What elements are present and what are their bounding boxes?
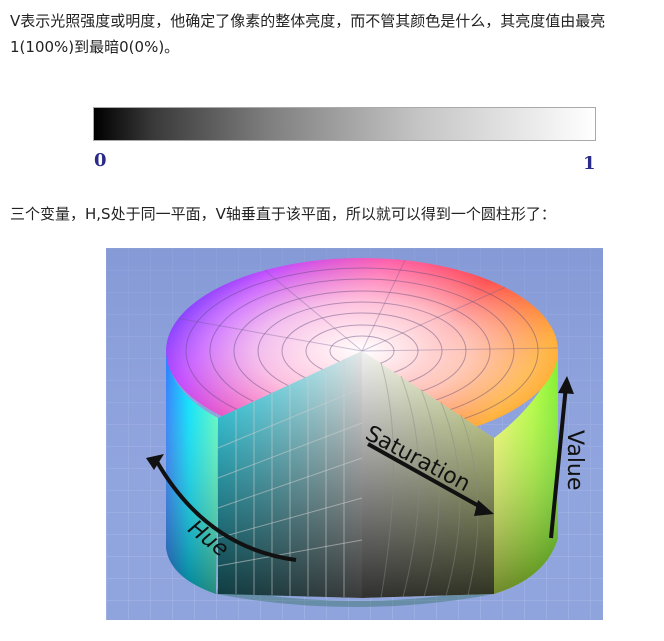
hsv-cylinder-figure: Hue Saturation Value: [106, 248, 603, 620]
value-label: Value: [562, 430, 587, 490]
brightness-gradient-bar: [93, 107, 596, 141]
cylinder-description: 三个变量，H,S处于同一平面，V轴垂直于该平面，所以就可以得到一个圆柱形了：: [10, 205, 556, 223]
gradient-max-label: 1: [583, 153, 596, 174]
value-description: V表示光照强度或明度，他确定了像素的整体亮度，而不管其颜色是什么，其亮度值由最亮…: [10, 12, 606, 56]
gradient-min-label: 0: [94, 150, 107, 171]
